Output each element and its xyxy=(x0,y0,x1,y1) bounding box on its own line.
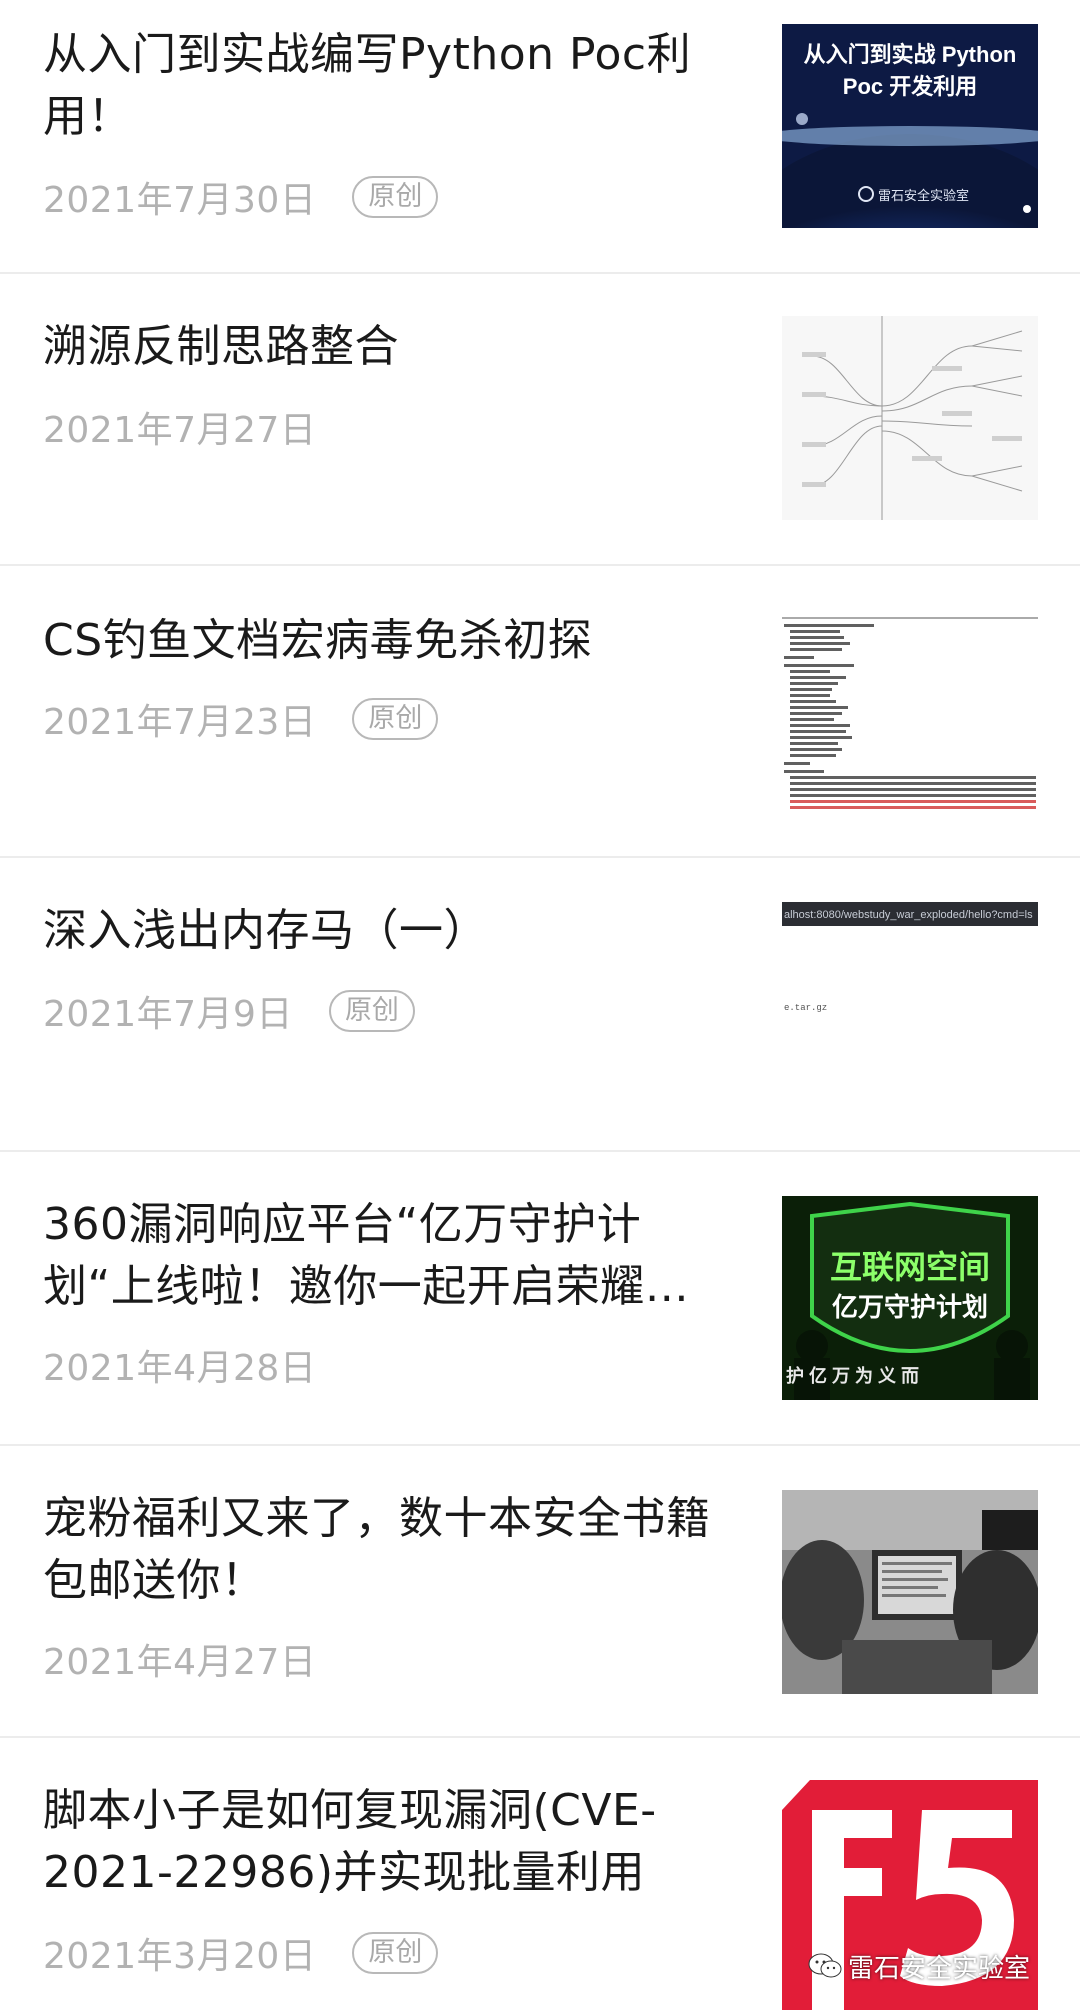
thumb-url-text: alhost:8080/webstudy_war_exploded/hello?… xyxy=(784,909,1033,921)
hackers-at-computer-image xyxy=(782,1490,1038,1694)
article-item[interactable]: 溯源反制思路整合 2021年7月27日 xyxy=(0,274,1080,566)
article-date: 2021年7月9日 xyxy=(43,994,293,1035)
article-date: 2021年7月27日 xyxy=(43,410,317,451)
thumb-title-line1: 互联网空间 xyxy=(830,1249,990,1285)
thumb-footer-text: 护 亿 万 为 义 而 xyxy=(786,1365,919,1386)
guardian-plan-cover-image: 互联网空间 亿万守护计划 护 亿 万 为 义 而 xyxy=(782,1196,1038,1400)
article-thumbnail[interactable]: 互联网空间 亿万守护计划 护 亿 万 为 义 而 xyxy=(782,1196,1038,1400)
thumb-file-text: e.tar.gz xyxy=(784,1003,827,1013)
original-badge: 原创 xyxy=(328,990,415,1032)
article-thumbnail[interactable] xyxy=(782,610,1038,814)
thumb-brand: 雷石安全实验室 xyxy=(878,188,969,203)
article-title[interactable]: 脚本小子是如何复现漏洞(CVE-2021-22986)并实现批量利用 xyxy=(43,1780,733,1904)
account-watermark: 雷石安全实验室 xyxy=(808,1944,1030,1988)
article-thumbnail[interactable] xyxy=(782,316,1038,520)
mindmap-image xyxy=(782,316,1038,520)
article-title[interactable]: 溯源反制思路整合 xyxy=(43,316,733,378)
article-date: 2021年4月28日 xyxy=(43,1348,317,1389)
article-item[interactable]: CS钓鱼文档宏病毒免杀初探 2021年7月23日 原创 xyxy=(0,566,1080,858)
article-item[interactable]: 360漏洞响应平台“亿万守护计划“上线啦！邀你一起开启荣耀守护 2021年4月2… xyxy=(0,1152,1080,1446)
original-badge: 原创 xyxy=(352,698,439,740)
article-title[interactable]: 从入门到实战编写Python Poc利用！ xyxy=(43,24,733,148)
article-date: 2021年3月20日 xyxy=(43,1936,317,1977)
article-item[interactable]: 宠粉福利又来了，数十本安全书籍包邮送你！ 2021年4月27日 xyxy=(0,1446,1080,1738)
original-badge: 原创 xyxy=(352,176,439,218)
article-list: 从入门到实战编写Python Poc利用！ 2021年7月30日 原创 从入门到… xyxy=(0,0,1080,2010)
article-title[interactable]: CS钓鱼文档宏病毒免杀初探 xyxy=(43,610,733,672)
thumb-title-line2: 亿万守护计划 xyxy=(832,1292,988,1322)
article-date: 2021年7月23日 xyxy=(43,702,317,743)
original-badge: 原创 xyxy=(352,1932,439,1974)
code-screenshot-image xyxy=(782,610,1038,814)
article-title[interactable]: 深入浅出内存马（一） xyxy=(43,900,733,962)
article-item[interactable]: 深入浅出内存马（一） 2021年7月9日 原创 alhost:8080/webs… xyxy=(0,858,1080,1152)
article-date: 2021年4月27日 xyxy=(43,1642,317,1683)
watermark-text: 雷石安全实验室 xyxy=(848,1953,1031,1984)
thumb-title-line1: 从入门到实战 Python xyxy=(804,42,1017,67)
space-cover-image: 从入门到实战 Python Poc 开发利用 雷石安全实验室 xyxy=(782,24,1038,228)
article-item[interactable]: 从入门到实战编写Python Poc利用！ 2021年7月30日 原创 从入门到… xyxy=(0,0,1080,274)
article-thumbnail[interactable]: alhost:8080/webstudy_war_exploded/hello?… xyxy=(782,902,1038,1106)
article-title[interactable]: 宠粉福利又来了，数十本安全书籍包邮送你！ xyxy=(43,1488,733,1612)
wechat-icon xyxy=(808,1953,842,1978)
article-title[interactable]: 360漏洞响应平台“亿万守护计划“上线啦！邀你一起开启荣耀守护 xyxy=(43,1194,733,1318)
article-thumbnail[interactable]: 从入门到实战 Python Poc 开发利用 雷石安全实验室 xyxy=(782,24,1038,228)
article-date: 2021年7月30日 xyxy=(43,180,317,221)
article-thumbnail[interactable] xyxy=(782,1490,1038,1694)
thumb-title-line2: Poc 开发利用 xyxy=(843,74,977,99)
browser-url-image: alhost:8080/webstudy_war_exploded/hello?… xyxy=(782,902,1038,1106)
